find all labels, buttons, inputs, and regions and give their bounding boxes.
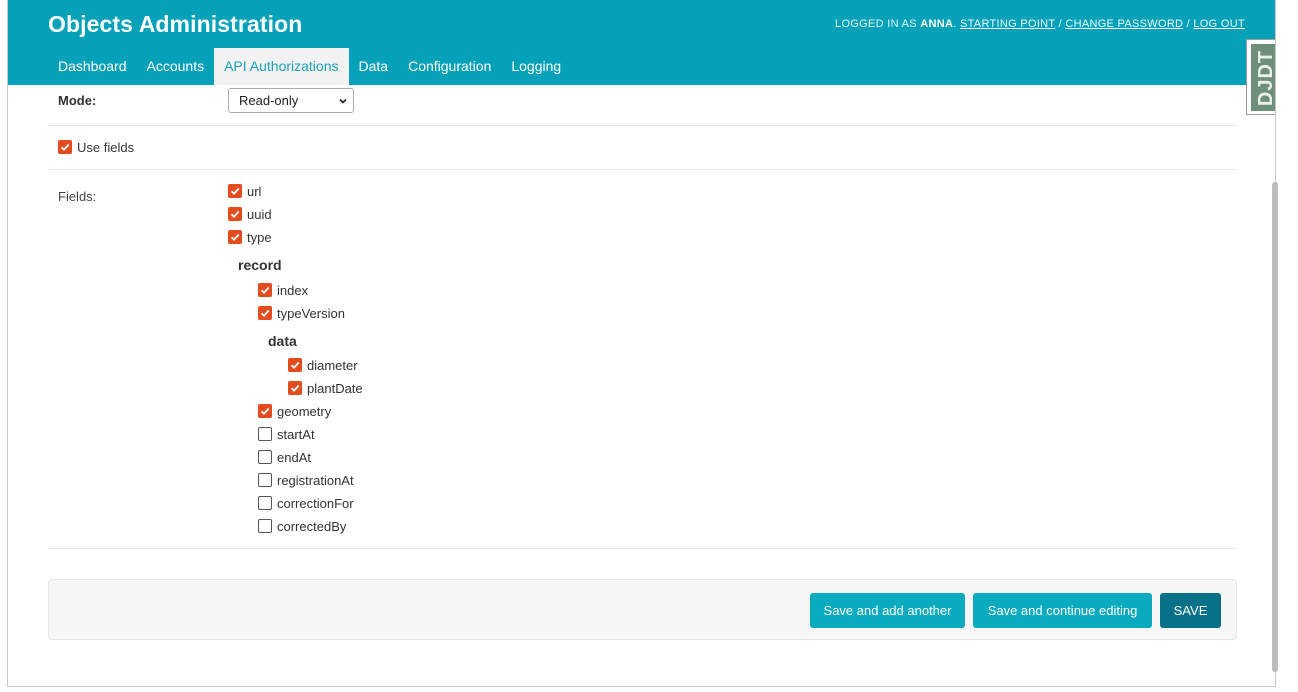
submit-row: Save and add another Save and continue e… xyxy=(48,579,1237,640)
tab-logging[interactable]: Logging xyxy=(501,48,571,85)
user-tools: LOGGED IN AS ANNA. STARTING POINT / CHAN… xyxy=(835,18,1245,30)
tab-data[interactable]: Data xyxy=(349,48,399,85)
field-startat-label: startAt xyxy=(277,427,315,442)
djdt-logo: DJDT xyxy=(1251,44,1276,111)
field-typeversion-label: typeVersion xyxy=(277,306,345,321)
tab-accounts[interactable]: Accounts xyxy=(137,48,215,85)
mode-select[interactable]: Read-only xyxy=(228,88,354,113)
check-icon xyxy=(260,309,270,318)
field-correctedby-label: correctedBy xyxy=(277,519,347,534)
chevron-down-icon xyxy=(339,98,347,104)
username: ANNA xyxy=(920,18,954,30)
main-nav: Dashboard Accounts API Authorizations Da… xyxy=(48,48,571,85)
field-geometry-checkbox[interactable] xyxy=(258,404,272,418)
field-startat-checkbox[interactable] xyxy=(258,427,272,441)
field-correctionfor-checkbox[interactable] xyxy=(258,496,272,510)
vertical-scrollbar[interactable] xyxy=(1272,182,1278,672)
mode-row: Mode: Read-only xyxy=(48,85,1237,126)
field-index-checkbox[interactable] xyxy=(258,283,272,297)
field-registrationat-label: registrationAt xyxy=(277,473,354,488)
mode-label: Mode: xyxy=(58,93,97,108)
djdt-label: DJDT xyxy=(1255,49,1276,107)
use-fields-label: Use fields xyxy=(77,140,135,155)
tab-configuration[interactable]: Configuration xyxy=(398,48,501,85)
field-uuid-label: uuid xyxy=(247,207,272,222)
check-icon xyxy=(230,187,240,196)
save-button[interactable]: SAVE xyxy=(1160,593,1221,628)
header: Objects Administration LOGGED IN AS ANNA… xyxy=(8,0,1275,85)
log-out-link[interactable]: LOG OUT xyxy=(1193,18,1245,30)
field-type-checkbox[interactable] xyxy=(228,230,242,244)
check-icon xyxy=(290,361,300,370)
fields-row: Fields: url uuid type record index typeV… xyxy=(48,170,1237,549)
check-icon xyxy=(290,384,300,393)
group-data-title: data xyxy=(268,333,297,349)
field-type-label: type xyxy=(247,230,272,245)
check-icon xyxy=(230,233,240,242)
tab-dashboard[interactable]: Dashboard xyxy=(48,48,137,85)
separator: / xyxy=(1186,18,1191,30)
field-endat-label: endAt xyxy=(277,450,311,465)
field-endat-checkbox[interactable] xyxy=(258,450,272,464)
use-fields-checkbox[interactable] xyxy=(58,140,72,154)
field-uuid-checkbox[interactable] xyxy=(228,207,242,221)
use-fields-row: Use fields xyxy=(48,126,1237,170)
field-index-label: index xyxy=(277,283,309,298)
field-diameter-checkbox[interactable] xyxy=(288,358,302,372)
check-icon xyxy=(60,143,70,152)
field-registrationat-checkbox[interactable] xyxy=(258,473,272,487)
change-password-link[interactable]: CHANGE PASSWORD xyxy=(1065,18,1183,30)
check-icon xyxy=(230,210,240,219)
admin-window: Objects Administration LOGGED IN AS ANNA… xyxy=(7,0,1276,687)
check-icon xyxy=(260,286,270,295)
field-geometry-label: geometry xyxy=(277,404,332,419)
field-url-checkbox[interactable] xyxy=(228,184,242,198)
field-typeversion-checkbox[interactable] xyxy=(258,306,272,320)
field-correctionfor-label: correctionFor xyxy=(277,496,354,511)
site-name[interactable]: Objects Administration xyxy=(48,11,302,38)
change-form: Mode: Read-only Use fields Fields: url u… xyxy=(48,85,1237,549)
check-icon xyxy=(260,407,270,416)
starting-point-link[interactable]: STARTING POINT xyxy=(960,18,1055,30)
save-add-another-button[interactable]: Save and add another xyxy=(810,593,965,628)
fields-label: Fields: xyxy=(58,189,97,204)
django-debug-toolbar-handle[interactable]: DJDT xyxy=(1246,39,1276,115)
mode-value: Read-only xyxy=(239,93,299,108)
group-record-title: record xyxy=(238,257,282,273)
logged-in-prefix: LOGGED IN AS xyxy=(835,18,917,30)
tab-api-authorizations[interactable]: API Authorizations xyxy=(214,48,349,85)
field-plantdate-label: plantDate xyxy=(307,381,363,396)
field-plantdate-checkbox[interactable] xyxy=(288,381,302,395)
field-diameter-label: diameter xyxy=(307,358,358,373)
save-continue-editing-button[interactable]: Save and continue editing xyxy=(973,593,1152,628)
field-url-label: url xyxy=(247,184,262,199)
field-correctedby-checkbox[interactable] xyxy=(258,519,272,533)
separator: / xyxy=(1058,18,1062,30)
